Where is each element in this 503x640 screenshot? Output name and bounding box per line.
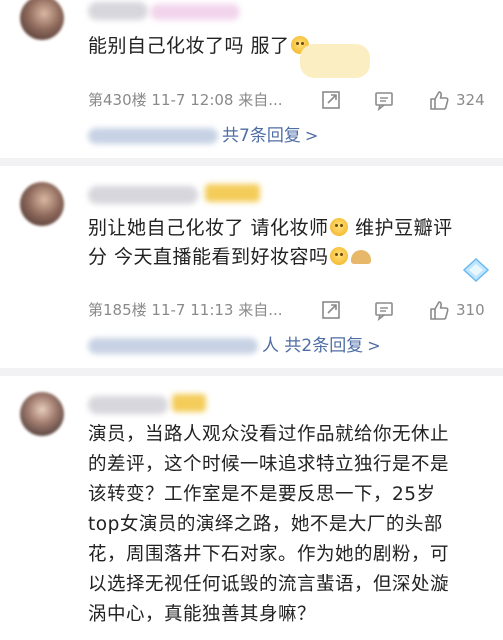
like-icon[interactable]: [428, 299, 450, 321]
divider: [0, 368, 503, 376]
comment-icon[interactable]: [373, 89, 395, 111]
floor-info: 第430楼 11-7 12:08 来自...: [88, 91, 283, 109]
like-icon[interactable]: [428, 89, 450, 111]
username[interactable]: [88, 396, 168, 414]
badge: [205, 184, 260, 202]
chevron-right-icon: >: [367, 336, 381, 355]
comment-line: 花，周围落井下石对家。作为她的剧粉，可: [88, 544, 450, 565]
floor-info: 第185楼 11-7 11:13 来自...: [88, 301, 283, 319]
emoji-icon: [329, 218, 348, 236]
comment-text: 别让她自己化妆了 请化妆师 维护豆瓣评 分 今天直播能看到好妆容吗: [88, 217, 453, 268]
comment-line: 演员，当路人观众没看过作品就给你无休止: [88, 424, 450, 445]
comment-body: 能别自己化妆了吗 服了: [88, 35, 290, 57]
reply-link[interactable]: 共7条回复 >: [88, 122, 318, 150]
like-count: 324: [456, 91, 485, 109]
comment-line: 以选择无视任何诋毁的流言蜚语，但深处漩: [88, 574, 450, 595]
comment-line: 的差评，这个时候一味追求特立独行是不是: [88, 454, 450, 475]
avatar[interactable]: [20, 182, 64, 226]
reply-author: [88, 338, 258, 354]
comment-text: 演员，当路人观众没看过作品就给你无休止 的差评，这个时候一味追求特立独行是不是 …: [88, 420, 473, 630]
share-icon[interactable]: [320, 89, 342, 111]
like-count: 310: [456, 301, 485, 319]
divider: [0, 158, 503, 166]
emoji-icon: [329, 247, 348, 265]
reply-author: [88, 128, 218, 144]
avatar[interactable]: [20, 0, 64, 40]
comment-meta: 第185楼 11-7 11:13 来自... 310: [88, 298, 503, 322]
comment-line: 该转变？工作室是不是要反思一下，25岁: [88, 484, 436, 505]
chevron-right-icon: >: [304, 126, 319, 145]
username[interactable]: [88, 186, 198, 204]
comment-line: 涡中心，真能独善其身嘛？: [88, 604, 317, 625]
comment-feed: 能别自己化妆了吗 服了 第430楼 11-7 12:08 来自... 324 共…: [0, 0, 503, 640]
comment-icon[interactable]: [373, 299, 395, 321]
comment-body: 别让她自己化妆了 请化妆师: [88, 217, 329, 239]
badge: [172, 394, 206, 412]
avatar[interactable]: [20, 392, 64, 436]
badge: [150, 4, 240, 20]
share-icon[interactable]: [320, 299, 342, 321]
sticker-icon: [300, 44, 370, 78]
reply-link[interactable]: 人 共2条回复 >: [88, 332, 381, 360]
comment-meta: 第430楼 11-7 12:08 来自... 324: [88, 88, 503, 112]
username[interactable]: [88, 2, 148, 20]
snail-icon: [350, 250, 371, 264]
comment-text: 能别自己化妆了吗 服了: [88, 32, 473, 61]
diamond-badge-icon: [462, 257, 490, 283]
comment-line: top女演员的演绎之路，她不是大厂的头部: [88, 514, 443, 535]
